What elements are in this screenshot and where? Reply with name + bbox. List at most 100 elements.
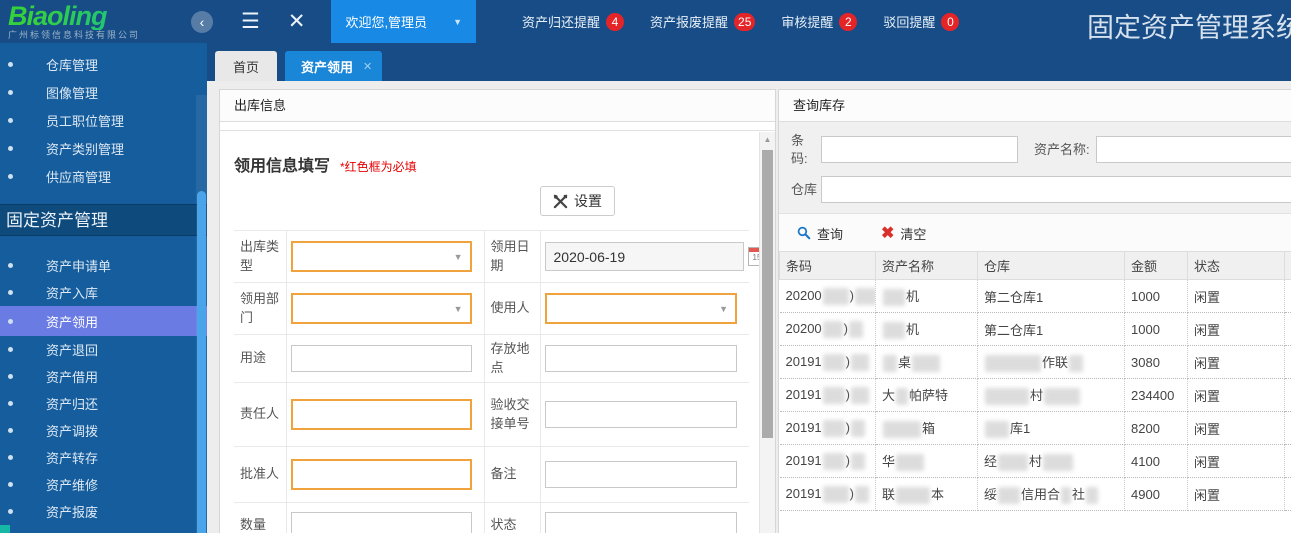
scroll-up-icon[interactable]: ▲ (760, 132, 775, 148)
notif-audit[interactable]: 审核提醒 2 (781, 12, 857, 31)
clear-button[interactable]: ✖ 清空 (881, 223, 926, 243)
sidebar-item-bot-1[interactable]: 资产入库 (0, 279, 207, 306)
tab-0[interactable]: 首页 (215, 51, 277, 81)
column-header[interactable]: 仓库 (978, 252, 1125, 280)
sidebar-item-bot-8[interactable]: 资产维修 (0, 471, 207, 498)
table-cell (1285, 478, 1291, 511)
column-header[interactable]: 金额 (1125, 252, 1188, 280)
sidebar-item-bot-0[interactable]: 资产申请单 (0, 252, 207, 279)
bullet-icon (8, 319, 13, 324)
table-cell: 经村 (978, 445, 1125, 478)
collapse-sidebar-button[interactable]: ‹ (191, 11, 213, 33)
table-row[interactable]: 20200)机第二仓库11000闲置 (780, 313, 1291, 346)
column-header[interactable] (1285, 252, 1291, 280)
asset-name-label: 资产名称: (1034, 141, 1090, 159)
field-label: 出库类型 (234, 231, 286, 283)
tab-1[interactable]: 资产领用✕ (285, 51, 382, 81)
text-field-r5c2[interactable] (545, 512, 738, 533)
table-row[interactable]: 20191)大帕萨特村234400闲置 (780, 379, 1291, 412)
redacted-blur (985, 421, 1009, 438)
cell-text: 20191 (786, 486, 822, 501)
table-row[interactable]: 20200)机第二仓库11000闲置 (780, 280, 1291, 313)
bullet-icon (8, 455, 13, 460)
sidebar-item-bot-3[interactable]: 资产退回 (0, 336, 207, 363)
user-menu-button[interactable]: 欢迎您,管理员 ▼ (331, 0, 476, 43)
date-input[interactable] (545, 242, 744, 271)
sidebar-item-top-4[interactable]: 供应商管理 (0, 162, 207, 190)
form-scrollbar-thumb[interactable] (762, 150, 773, 438)
form-title: 领用信息填写 (234, 152, 330, 176)
select-field-r0c1[interactable] (291, 241, 472, 272)
sidebar-item-top-2[interactable]: 员工职位管理 (0, 106, 207, 134)
sidebar-item-top-3[interactable]: 资产类别管理 (0, 134, 207, 162)
table-cell (1285, 379, 1291, 412)
cell-text: 闲置 (1194, 488, 1220, 503)
table-cell: 村 (978, 379, 1125, 412)
table-cell: 1000 (1125, 313, 1188, 346)
sidebar-item-bot-4[interactable]: 资产借用 (0, 363, 207, 390)
notif-reject[interactable]: 驳回提醒 0 (883, 12, 959, 31)
table-cell: 华 (876, 445, 978, 478)
sidebar-item-bot-2[interactable]: 资产领用 (0, 306, 207, 336)
text-field-r2c2[interactable] (545, 345, 738, 372)
menu-toggle-button[interactable]: ☰ (241, 9, 260, 34)
notif-asset-scrap[interactable]: 资产报废提醒 25 (650, 12, 755, 31)
requisition-form-table: 出库类型▼领用日期15领用部门▼使用人▼用途存放地点责任人验收交接单号批准人备注… (234, 230, 749, 533)
text-field-r2c1[interactable] (291, 345, 472, 372)
search-icon (797, 226, 811, 240)
tab-close-icon[interactable]: ✕ (363, 60, 372, 73)
tab-strip: 首页资产领用✕ (207, 43, 1291, 81)
table-cell: 闲置 (1188, 478, 1285, 511)
sidebar-item-bot-5[interactable]: 资产归还 (0, 390, 207, 417)
table-cell: 3080 (1125, 346, 1188, 379)
cell-text: 1000 (1131, 322, 1160, 337)
text-field-r4c1[interactable] (291, 459, 472, 490)
sidebar-scrollbar-thumb[interactable] (197, 191, 206, 533)
column-header[interactable]: 条码 (780, 252, 876, 280)
text-field-r3c2[interactable] (545, 401, 738, 428)
cell-text: 闲置 (1194, 290, 1220, 305)
required-hint: *红色框为必填 (340, 158, 417, 175)
bullet-icon (8, 509, 13, 514)
select-field-r1c2[interactable] (545, 293, 738, 324)
sidebar-scrollbar[interactable] (196, 95, 207, 533)
settings-button[interactable]: 设置 (540, 186, 615, 216)
table-cell: 20191) (780, 412, 876, 445)
text-field-r4c2[interactable] (545, 461, 738, 488)
notif-asset-return[interactable]: 资产归还提醒 4 (522, 12, 624, 31)
sidebar-item-top-0[interactable]: 仓库管理 (0, 50, 207, 78)
settings-label: 设置 (574, 191, 602, 211)
close-all-button[interactable]: ✕ (288, 9, 306, 34)
outbound-info-panel: 出库信息 领用信息填写 *红色框为必填 设置 (219, 89, 776, 533)
form-scrollbar[interactable]: ▲ (759, 132, 775, 533)
sidebar-item-bot-7[interactable]: 资产转存 (0, 444, 207, 471)
sidebar-item-top-1[interactable]: 图像管理 (0, 78, 207, 106)
table-cell: 20200) (780, 313, 876, 346)
field-label: 领用部门 (234, 283, 286, 335)
notif-badge: 2 (839, 13, 857, 31)
sidebar-item-bot-9[interactable]: 资产报废 (0, 498, 207, 525)
table-row[interactable]: 20191)华经村4100闲置 (780, 445, 1291, 478)
column-header[interactable]: 状态 (1188, 252, 1285, 280)
warehouse-input[interactable] (821, 176, 1291, 203)
redacted-blur (849, 321, 863, 338)
table-row[interactable]: 20191)桌作联3080闲置 (780, 346, 1291, 379)
barcode-input[interactable] (821, 136, 1018, 163)
select-field-r1c1[interactable] (291, 293, 472, 324)
sidebar-section-title[interactable]: 固定资产管理 (0, 204, 207, 236)
sidebar-item-bot-6[interactable]: 资产调拨 (0, 417, 207, 444)
redacted-blur (851, 387, 869, 404)
panel-title: 出库信息 (220, 90, 775, 122)
notif-label: 资产报废提醒 (650, 12, 728, 31)
text-field-r5c1[interactable] (291, 512, 472, 533)
text-field-r3c1[interactable] (291, 399, 472, 430)
notif-badge: 0 (941, 13, 959, 31)
asset-name-input[interactable] (1096, 136, 1291, 163)
table-cell: 20191) (780, 346, 876, 379)
table-row[interactable]: 20191)联本绥信用合社4900闲置 (780, 478, 1291, 511)
column-header[interactable]: 资产名称 (876, 252, 978, 280)
query-button[interactable]: 查询 (797, 224, 843, 243)
table-row[interactable]: 20191)箱库18200闲置 (780, 412, 1291, 445)
table-cell (1285, 445, 1291, 478)
bullet-icon (8, 374, 13, 379)
